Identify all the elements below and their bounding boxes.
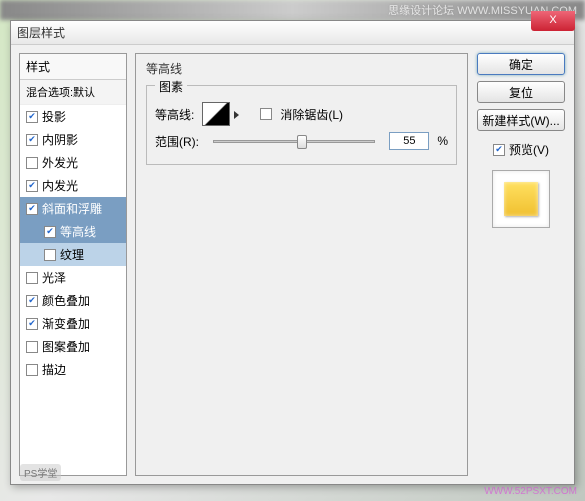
sidebar-item-8[interactable]: 颜色叠加 bbox=[20, 289, 126, 312]
sidebar-item-11[interactable]: 描边 bbox=[20, 358, 126, 381]
sidebar-item-label: 颜色叠加 bbox=[42, 292, 90, 309]
sidebar-item-label: 内发光 bbox=[42, 177, 78, 194]
antialias-label: 消除锯齿(L) bbox=[280, 106, 343, 123]
close-button[interactable]: X bbox=[531, 11, 575, 31]
new-style-button[interactable]: 新建样式(W)... bbox=[477, 109, 565, 131]
ok-button[interactable]: 确定 bbox=[477, 53, 565, 75]
range-unit: % bbox=[437, 134, 448, 148]
sidebar-checkbox-8[interactable] bbox=[26, 295, 38, 307]
sidebar-item-7[interactable]: 光泽 bbox=[20, 266, 126, 289]
range-input[interactable] bbox=[389, 132, 429, 150]
sidebar-item-6[interactable]: 纹理 bbox=[20, 243, 126, 266]
sidebar-item-label: 内阴影 bbox=[42, 131, 78, 148]
preview-swatch bbox=[504, 182, 538, 216]
sidebar-checkbox-7[interactable] bbox=[26, 272, 38, 284]
sidebar-checkbox-11[interactable] bbox=[26, 364, 38, 376]
sidebar-item-4[interactable]: 斜面和浮雕 bbox=[20, 197, 126, 220]
sidebar-checkbox-2[interactable] bbox=[26, 157, 38, 169]
sidebar-checkbox-10[interactable] bbox=[26, 341, 38, 353]
watermark-bl: PS学堂 bbox=[20, 464, 61, 481]
elements-group: 图素 等高线: 消除锯齿(L) 范围(R): % bbox=[146, 85, 457, 165]
preview-label: 预览(V) bbox=[509, 141, 549, 158]
sidebar-checkbox-4[interactable] bbox=[26, 203, 38, 215]
sidebar-checkbox-3[interactable] bbox=[26, 180, 38, 192]
sidebar-checkbox-9[interactable] bbox=[26, 318, 38, 330]
group-title: 图素 bbox=[155, 78, 187, 95]
layer-style-dialog: 图层样式 X 样式 混合选项:默认 投影内阴影外发光内发光斜面和浮雕等高线纹理光… bbox=[10, 20, 575, 485]
titlebar[interactable]: 图层样式 X bbox=[11, 21, 574, 45]
reset-button[interactable]: 复位 bbox=[477, 81, 565, 103]
range-slider[interactable] bbox=[213, 140, 375, 143]
sidebar-item-10[interactable]: 图案叠加 bbox=[20, 335, 126, 358]
styles-sidebar: 样式 混合选项:默认 投影内阴影外发光内发光斜面和浮雕等高线纹理光泽颜色叠加渐变… bbox=[19, 53, 127, 476]
sidebar-item-label: 描边 bbox=[42, 361, 66, 378]
sidebar-item-label: 图案叠加 bbox=[42, 338, 90, 355]
watermark-br: WWW.52PSXT.COM bbox=[484, 486, 577, 497]
sidebar-item-label: 渐变叠加 bbox=[42, 315, 90, 332]
sidebar-checkbox-5[interactable] bbox=[44, 226, 56, 238]
slider-thumb[interactable] bbox=[297, 135, 307, 149]
preview-box bbox=[492, 170, 550, 228]
sidebar-item-9[interactable]: 渐变叠加 bbox=[20, 312, 126, 335]
sidebar-checkbox-1[interactable] bbox=[26, 134, 38, 146]
sidebar-item-3[interactable]: 内发光 bbox=[20, 174, 126, 197]
sidebar-item-0[interactable]: 投影 bbox=[20, 105, 126, 128]
sidebar-item-label: 投影 bbox=[42, 108, 66, 125]
sidebar-item-label: 斜面和浮雕 bbox=[42, 200, 102, 217]
range-label: 范围(R): bbox=[155, 133, 199, 150]
sidebar-header[interactable]: 样式 bbox=[20, 54, 126, 80]
contour-picker[interactable] bbox=[202, 102, 230, 126]
sidebar-item-1[interactable]: 内阴影 bbox=[20, 128, 126, 151]
antialias-checkbox[interactable] bbox=[260, 108, 272, 120]
section-title: 等高线 bbox=[146, 60, 457, 77]
sidebar-item-label: 纹理 bbox=[60, 246, 84, 263]
sidebar-item-label: 光泽 bbox=[42, 269, 66, 286]
preview-checkbox[interactable] bbox=[493, 144, 505, 156]
sidebar-item-label: 外发光 bbox=[42, 154, 78, 171]
sidebar-item-label: 等高线 bbox=[60, 223, 96, 240]
dialog-title: 图层样式 bbox=[17, 24, 65, 41]
main-panel: 等高线 图素 等高线: 消除锯齿(L) 范围(R): % bbox=[135, 53, 468, 476]
sidebar-item-5[interactable]: 等高线 bbox=[20, 220, 126, 243]
sidebar-item-2[interactable]: 外发光 bbox=[20, 151, 126, 174]
sidebar-subheader[interactable]: 混合选项:默认 bbox=[20, 80, 126, 105]
contour-label: 等高线: bbox=[155, 106, 194, 123]
right-column: 确定 复位 新建样式(W)... 预览(V) bbox=[476, 53, 566, 476]
sidebar-checkbox-0[interactable] bbox=[26, 111, 38, 123]
sidebar-checkbox-6[interactable] bbox=[44, 249, 56, 261]
